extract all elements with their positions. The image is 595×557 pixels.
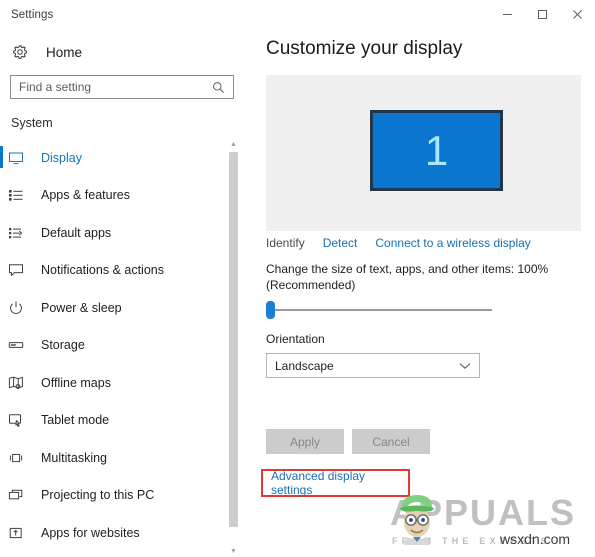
sidebar-item-apps-for-websites[interactable]: Apps for websites — [0, 514, 232, 552]
sidebar-nav-list: Display Apps & features Default apps Not… — [0, 139, 232, 552]
sidebar-item-label: Apps & features — [41, 188, 130, 203]
search-icon[interactable] — [206, 81, 230, 94]
search-input[interactable] — [11, 79, 206, 95]
identify-button[interactable]: Identify — [266, 236, 305, 250]
cancel-button[interactable]: Cancel — [352, 429, 430, 454]
sidebar-home-label: Home — [46, 44, 83, 60]
storage-icon — [8, 337, 34, 353]
sidebar-item-default-apps[interactable]: Default apps — [0, 214, 232, 252]
sidebar-item-power-sleep[interactable]: Power & sleep — [0, 289, 232, 327]
tablet-icon — [8, 412, 34, 428]
sidebar-scrollbar[interactable]: ▲ ▼ — [228, 139, 239, 557]
window-title: Settings — [11, 8, 54, 21]
projecting-icon — [8, 487, 34, 503]
maximize-button[interactable] — [525, 0, 560, 29]
slider-rail — [270, 309, 492, 311]
sidebar-item-storage[interactable]: Storage — [0, 327, 232, 365]
sidebar-item-label: Display — [41, 150, 82, 165]
chevron-down-icon — [459, 362, 471, 370]
sidebar-item-multitasking[interactable]: Multitasking — [0, 439, 232, 477]
chevron-up-icon[interactable]: ▲ — [228, 139, 239, 150]
sidebar-item-apps-features[interactable]: Apps & features — [0, 177, 232, 215]
map-icon — [8, 375, 34, 391]
chevron-down-icon[interactable]: ▼ — [228, 546, 239, 557]
sidebar-item-label: Multitasking — [41, 450, 107, 465]
sidebar-item-label: Storage — [41, 338, 85, 353]
maximize-icon — [538, 10, 547, 19]
orientation-dropdown[interactable]: Landscape — [266, 353, 480, 378]
connect-wireless-display-link[interactable]: Connect to a wireless display — [375, 236, 530, 250]
display-actions-row: Identify Detect Connect to a wireless di… — [266, 236, 549, 250]
list-arrow-icon — [8, 225, 34, 241]
sidebar-item-label: Offline maps — [41, 375, 111, 390]
scaling-slider[interactable] — [266, 301, 494, 319]
search-box[interactable] — [10, 75, 234, 99]
sidebar-item-display[interactable]: Display — [0, 139, 232, 177]
notification-icon — [8, 262, 34, 278]
scrollbar-thumb[interactable] — [229, 152, 238, 527]
window-title-bar: Settings — [0, 0, 595, 29]
form-buttons: Apply Cancel — [266, 429, 430, 454]
advanced-display-settings-link[interactable]: Advanced display settings — [271, 469, 408, 497]
page-title: Customize your display — [266, 38, 463, 59]
monitor-icon — [8, 150, 34, 166]
orientation-selected-value: Landscape — [275, 358, 334, 373]
apps-websites-icon — [8, 525, 34, 541]
sidebar-item-notifications-actions[interactable]: Notifications & actions — [0, 252, 232, 290]
scaling-description: Change the size of text, apps, and other… — [266, 262, 549, 292]
slider-thumb[interactable] — [266, 301, 275, 319]
sidebar-item-offline-maps[interactable]: Offline maps — [0, 364, 232, 402]
orientation-label: Orientation — [266, 332, 325, 346]
sidebar-section-label: System — [11, 116, 53, 130]
gear-icon — [4, 44, 36, 60]
sidebar-item-label: Default apps — [41, 225, 112, 240]
close-icon — [573, 10, 582, 19]
advanced-display-settings-highlight: Advanced display settings — [261, 469, 410, 497]
list-icon — [8, 187, 34, 203]
sidebar-item-label: Projecting to this PC — [41, 488, 155, 503]
close-button[interactable] — [560, 0, 595, 29]
main-content: Customize your display 1 Identify Detect… — [247, 29, 595, 557]
sidebar-item-label: Apps for websites — [41, 525, 140, 540]
monitor-tile-1[interactable]: 1 — [370, 110, 503, 191]
power-icon — [8, 300, 34, 316]
sidebar-item-projecting-to-this-pc[interactable]: Projecting to this PC — [0, 477, 232, 515]
sidebar-item-label: Power & sleep — [41, 300, 122, 315]
sidebar-item-home[interactable]: Home — [0, 37, 230, 67]
minimize-icon — [503, 14, 512, 15]
display-arrangement-canvas[interactable]: 1 — [266, 75, 581, 231]
sidebar: Home System Display — [0, 29, 247, 557]
detect-link[interactable]: Detect — [323, 236, 358, 250]
minimize-button[interactable] — [490, 0, 525, 29]
multitasking-icon — [8, 450, 34, 466]
sidebar-item-tablet-mode[interactable]: Tablet mode — [0, 402, 232, 440]
window-controls — [490, 0, 595, 29]
sidebar-item-label: Notifications & actions — [41, 263, 164, 278]
sidebar-item-label: Tablet mode — [41, 413, 110, 428]
monitor-number-label: 1 — [424, 126, 449, 174]
apply-button[interactable]: Apply — [266, 429, 344, 454]
